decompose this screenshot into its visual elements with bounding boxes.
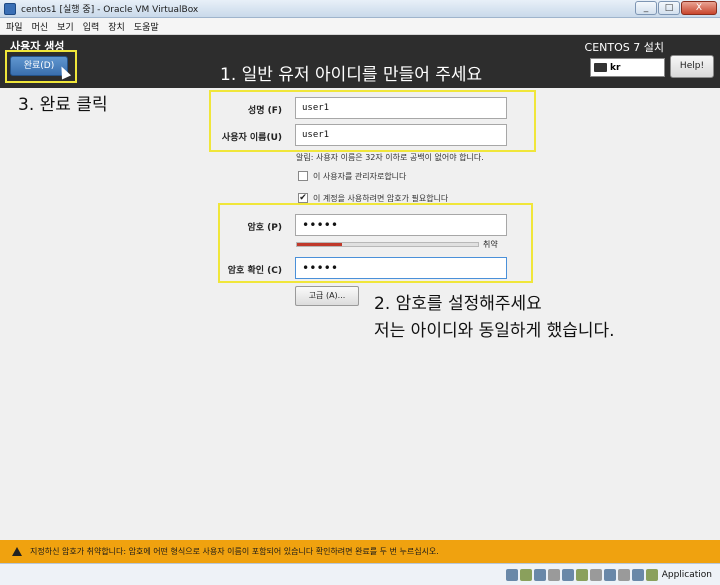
host-key-label: Application	[661, 569, 712, 580]
keyboard-icon	[594, 63, 607, 72]
vm-statusbar: Application	[0, 563, 720, 585]
menu-file[interactable]: 파일	[6, 20, 23, 33]
admin-checkbox[interactable]	[298, 171, 308, 181]
annotation-step1: 1. 일반 유저 아이디를 만들어 주세요	[220, 65, 483, 85]
password-strength-label: 취약	[483, 240, 498, 249]
password-required-checkbox[interactable]: ✔	[298, 193, 308, 203]
fullname-label: 성명 (F)	[247, 106, 282, 116]
shared-folders-icon[interactable]	[575, 568, 588, 581]
window-titlebar: centos1 [실행 중] - Oracle VM VirtualBox _ …	[0, 0, 720, 18]
warning-bar[interactable]: 지정하신 암호가 취약합니다: 암호에 어떤 형식으로 사용자 이름이 포함되어…	[0, 540, 720, 563]
hdd-icon[interactable]	[505, 568, 518, 581]
username-label: 사용자 이름(U)	[221, 133, 282, 143]
annotation-step3: 3. 완료 클릭	[18, 95, 108, 115]
menu-machine[interactable]: 머신	[32, 20, 49, 33]
audio-icon[interactable]	[533, 568, 546, 581]
virtualbox-icon	[4, 2, 16, 15]
menu-view[interactable]: 보기	[57, 20, 74, 33]
username-input[interactable]: user1	[295, 124, 507, 146]
minimize-button[interactable]: _	[635, 1, 657, 15]
menu-help[interactable]: 도움말	[134, 20, 159, 33]
advanced-button[interactable]: 고급 (A)...	[295, 286, 359, 306]
password-strength-bar	[296, 242, 479, 247]
password-required-checkbox-label: 이 계정을 사용하려면 암호가 필요합니다	[313, 194, 449, 203]
window-title: centos1 [실행 중] - Oracle VM VirtualBox	[21, 5, 199, 15]
warning-icon	[12, 547, 22, 556]
username-hint: 알림: 사용자 이름은 32자 이하로 공백이 없어야 합니다.	[296, 153, 484, 162]
display-icon[interactable]	[589, 568, 602, 581]
password-label: 암호 (P)	[247, 223, 282, 233]
cpu-icon[interactable]	[617, 568, 630, 581]
optical-drive-icon[interactable]	[519, 568, 532, 581]
network-icon[interactable]	[547, 568, 560, 581]
menubar: 파일 머신 보기 입력 장치 도움말	[0, 18, 720, 35]
annotation-step2: 2. 암호를 설정해주세요	[374, 294, 542, 314]
close-button[interactable]: X	[681, 1, 717, 15]
keyboard-layout-label: kr	[610, 62, 621, 73]
product-title: CENTOS 7 설치	[584, 41, 664, 54]
annotation-step2-note: 저는 아이디와 동일하게 했습니다.	[374, 321, 615, 341]
menu-devices[interactable]: 장치	[108, 20, 125, 33]
password-input[interactable]: •••••	[295, 214, 507, 236]
usb-icon[interactable]	[561, 568, 574, 581]
window-controls: _ □ X	[635, 1, 717, 15]
mouse-integration-icon[interactable]	[631, 568, 644, 581]
host-key-icon	[645, 568, 658, 581]
fullname-input[interactable]: user1	[295, 97, 507, 119]
confirm-password-input[interactable]: •••••	[295, 257, 507, 279]
confirm-password-label: 암호 확인 (C)	[227, 266, 282, 276]
menu-input[interactable]: 입력	[83, 20, 100, 33]
help-button[interactable]: Help!	[670, 55, 714, 78]
admin-checkbox-label: 이 사용자를 관리자로합니다	[313, 172, 407, 181]
keyboard-layout-indicator[interactable]: kr	[590, 58, 665, 77]
warning-text: 지정하신 암호가 취약합니다: 암호에 어떤 형식으로 사용자 이름이 포함되어…	[30, 547, 439, 556]
maximize-button[interactable]: □	[658, 1, 680, 15]
video-capture-icon[interactable]	[603, 568, 616, 581]
password-strength-fill	[297, 243, 343, 246]
